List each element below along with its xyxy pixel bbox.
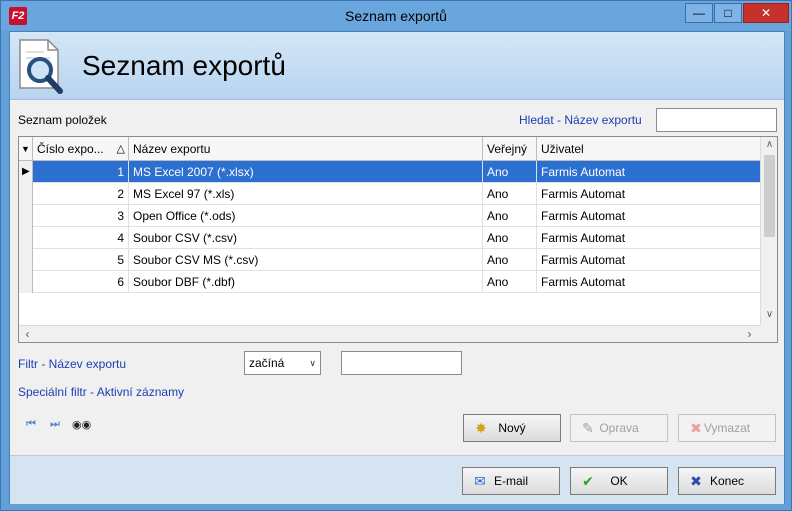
maximize-button[interactable]: □	[714, 3, 742, 23]
form-header: Seznam exportů	[10, 32, 784, 100]
cell-verejny: Ano	[483, 227, 537, 249]
cell-nazev: Soubor CSV MS (*.csv)	[129, 249, 483, 271]
col-header-verejny[interactable]: Veřejný	[483, 137, 537, 161]
table-row[interactable]: 3 Open Office (*.ods) Ano Farmis Automat	[19, 205, 761, 227]
cell-cislo: 5	[33, 249, 129, 271]
main-window: F2 Seznam exportů — □ ✕ Seznam exportů S…	[0, 0, 792, 511]
row-indicator[interactable]: ▶	[19, 161, 33, 183]
email-button[interactable]: ✉ E-mail	[462, 467, 560, 495]
delete-icon: ✖	[690, 420, 702, 436]
special-filter-link[interactable]: Speciální filtr - Aktivní záznamy	[18, 385, 184, 399]
cell-uzivatel: Farmis Automat	[537, 227, 761, 249]
search-document-icon	[19, 39, 63, 94]
current-row-icon: ▶	[22, 166, 30, 177]
title-bar: F2 Seznam exportů — □ ✕	[1, 1, 791, 31]
minimize-button[interactable]: —	[685, 3, 713, 23]
delete-button[interactable]: ✖ Vymazat	[678, 414, 776, 442]
search-input[interactable]	[656, 108, 777, 132]
table-row[interactable]: 2 MS Excel 97 (*.xls) Ano Farmis Automat	[19, 183, 761, 205]
scroll-down-icon[interactable]: ∨	[761, 309, 777, 320]
scroll-up-icon[interactable]: ∧	[761, 139, 777, 150]
edit-icon: ✎	[582, 420, 594, 436]
row-indicator[interactable]	[19, 271, 33, 293]
ok-button[interactable]: ✔ OK	[570, 467, 668, 495]
scroll-thumb[interactable]	[764, 155, 775, 237]
cell-nazev: Soubor CSV (*.csv)	[129, 227, 483, 249]
cell-uzivatel: Farmis Automat	[537, 271, 761, 293]
check-icon: ✔	[582, 473, 594, 489]
cell-verejny: Ano	[483, 271, 537, 293]
close-button[interactable]: ✕	[743, 3, 789, 23]
binoculars-icon[interactable]: ◉◉	[72, 418, 91, 431]
filter-input[interactable]	[341, 351, 462, 375]
row-indicator[interactable]	[19, 183, 33, 205]
cell-nazev: MS Excel 97 (*.xls)	[129, 183, 483, 205]
select-all-icon[interactable]: ▼	[19, 137, 33, 161]
cell-nazev: Soubor DBF (*.dbf)	[129, 271, 483, 293]
table-row[interactable]: 6 Soubor DBF (*.dbf) Ano Farmis Automat	[19, 271, 761, 293]
edit-button[interactable]: ✎ Oprava	[570, 414, 668, 442]
list-label: Seznam položek	[18, 113, 107, 127]
vertical-scrollbar[interactable]: ∧ ∨	[760, 137, 777, 325]
window-title: Seznam exportů	[345, 8, 447, 24]
cell-cislo: 4	[33, 227, 129, 249]
first-record-icon[interactable]: ⏮	[26, 418, 36, 431]
exports-grid[interactable]: ▼ Číslo expo... △ Název exportu Veřejný …	[18, 136, 778, 343]
table-row[interactable]: 5 Soubor CSV MS (*.csv) Ano Farmis Automat	[19, 249, 761, 271]
last-record-icon[interactable]: ⏭	[50, 418, 60, 431]
horizontal-scrollbar[interactable]: ‹ ›	[19, 325, 761, 342]
cell-verejny: Ano	[483, 249, 537, 271]
cell-uzivatel: Farmis Automat	[537, 249, 761, 271]
footer-bar: ✉ E-mail ✔ OK ✖ Konec	[10, 455, 784, 504]
col-header-uzivatel[interactable]: Uživatel	[537, 137, 761, 161]
cell-uzivatel: Farmis Automat	[537, 183, 761, 205]
page-title: Seznam exportů	[82, 50, 286, 81]
exit-button[interactable]: ✖ Konec	[678, 467, 776, 495]
sort-icon: △	[116, 143, 125, 155]
cell-uzivatel: Farmis Automat	[537, 161, 761, 183]
client-area: Seznam exportů Seznam položek Hledat - N…	[9, 31, 785, 504]
row-indicator[interactable]	[19, 249, 33, 271]
cell-cislo: 3	[33, 205, 129, 227]
cell-verejny: Ano	[483, 183, 537, 205]
filter-label[interactable]: Filtr - Název exportu	[18, 357, 126, 371]
filter-mode-value: začíná	[249, 356, 285, 370]
table-row[interactable]: ▶ 1 MS Excel 2007 (*.xlsx) Ano Farmis Automa…	[19, 161, 761, 183]
scroll-right-icon[interactable]: ›	[741, 327, 758, 341]
filter-mode-select[interactable]: začíná ∨	[244, 351, 321, 375]
cell-cislo: 1	[33, 161, 129, 183]
cell-uzivatel: Farmis Automat	[537, 205, 761, 227]
cell-cislo: 2	[33, 183, 129, 205]
mail-icon: ✉	[474, 473, 486, 489]
new-button[interactable]: ✸ Nový	[463, 414, 561, 442]
new-star-icon: ✸	[475, 420, 487, 436]
close-x-icon: ✖	[690, 473, 702, 489]
cell-nazev: MS Excel 2007 (*.xlsx)	[129, 161, 483, 183]
grid-header: ▼ Číslo expo... △ Název exportu Veřejný …	[19, 137, 761, 161]
cell-cislo: 6	[33, 271, 129, 293]
cell-verejny: Ano	[483, 161, 537, 183]
search-label[interactable]: Hledat - Název exportu	[519, 113, 642, 127]
col-header-cislo[interactable]: Číslo expo... △	[33, 137, 129, 161]
row-indicator[interactable]	[19, 227, 33, 249]
col-header-nazev[interactable]: Název exportu	[129, 137, 483, 161]
cell-nazev: Open Office (*.ods)	[129, 205, 483, 227]
chevron-down-icon: ∨	[309, 358, 316, 368]
cell-verejny: Ano	[483, 205, 537, 227]
scroll-corner	[760, 325, 777, 342]
table-row[interactable]: 4 Soubor CSV (*.csv) Ano Farmis Automat	[19, 227, 761, 249]
row-indicator[interactable]	[19, 205, 33, 227]
scroll-left-icon[interactable]: ‹	[19, 327, 36, 341]
